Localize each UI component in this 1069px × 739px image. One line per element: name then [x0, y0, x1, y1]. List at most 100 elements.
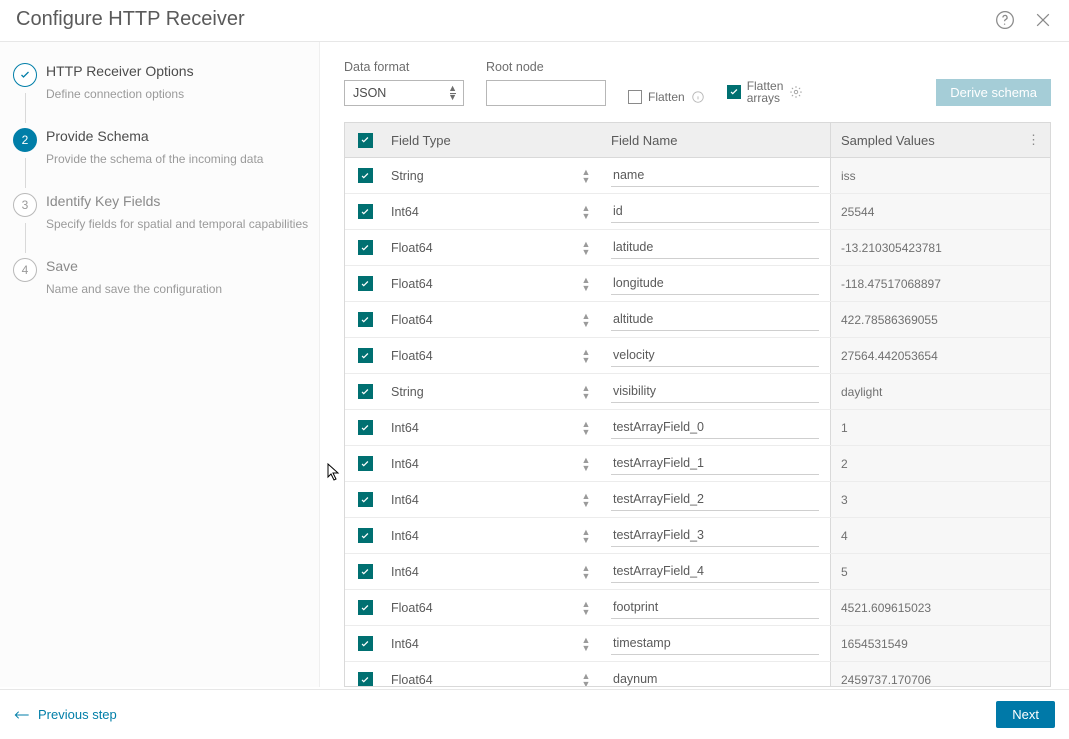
step-save[interactable]: 4 Save Name and save the configuration: [6, 258, 309, 320]
field-type-cell[interactable]: String▲▼: [385, 158, 605, 193]
table-row: Float64▲▼27564.442053654: [345, 338, 1050, 374]
flatten-arrays-label: Flatten arrays: [747, 80, 784, 104]
more-icon[interactable]: ⋮: [1027, 132, 1040, 148]
field-name-input[interactable]: [611, 525, 819, 547]
field-name-input[interactable]: [611, 309, 819, 331]
field-type-cell[interactable]: Int64▲▼: [385, 446, 605, 481]
sampled-value-cell: 4521.609615023: [830, 590, 1050, 625]
table-row: Float64▲▼ 2459737.170706: [345, 662, 1050, 687]
field-type-cell[interactable]: Float64▲▼: [385, 266, 605, 301]
field-type-cell[interactable]: Float64▲▼: [385, 662, 605, 687]
table-row: Int64▲▼ 2: [345, 446, 1050, 482]
chevron-sort-icon: ▲▼: [581, 168, 591, 184]
row-checkbox[interactable]: [358, 528, 373, 543]
field-type-cell[interactable]: String▲▼: [385, 374, 605, 409]
col-header-field-type[interactable]: Field Type: [385, 123, 605, 157]
field-name-input[interactable]: [611, 237, 819, 259]
step-title: HTTP Receiver Options: [46, 63, 309, 79]
row-checkbox[interactable]: [358, 204, 373, 219]
chevron-sort-icon: ▲▼: [581, 240, 591, 256]
field-type-cell[interactable]: Float64▲▼: [385, 590, 605, 625]
row-checkbox[interactable]: [358, 348, 373, 363]
chevron-sort-icon: ▲▼: [581, 312, 591, 328]
help-icon[interactable]: [995, 10, 1015, 30]
row-checkbox[interactable]: [358, 492, 373, 507]
field-name-input[interactable]: [611, 381, 819, 403]
field-type-cell[interactable]: Float64▲▼: [385, 338, 605, 373]
row-checkbox[interactable]: [358, 384, 373, 399]
step-title: Identify Key Fields: [46, 193, 309, 209]
step-identify-key-fields[interactable]: 3 Identify Key Fields Specify fields for…: [6, 193, 309, 255]
row-checkbox[interactable]: [358, 240, 373, 255]
flatten-label: Flatten: [648, 90, 685, 104]
sampled-value-cell: 2459737.170706: [830, 662, 1050, 687]
col-header-field-name[interactable]: Field Name: [605, 123, 830, 157]
table-row: Float64▲▼-118.47517068897: [345, 266, 1050, 302]
table-row: Float64▲▼ 4521.609615023: [345, 590, 1050, 626]
derive-schema-button[interactable]: Derive schema: [936, 79, 1051, 106]
step-http-receiver-options[interactable]: HTTP Receiver Options Define connection …: [6, 63, 309, 125]
previous-step-link[interactable]: Previous step: [14, 707, 117, 722]
step-desc: Provide the schema of the incoming data: [46, 152, 309, 166]
dialog-header: Configure HTTP Receiver: [0, 0, 1069, 42]
close-icon[interactable]: [1033, 10, 1053, 30]
row-checkbox[interactable]: [358, 420, 373, 435]
field-type-cell[interactable]: Float64▲▼: [385, 302, 605, 337]
next-button[interactable]: Next: [996, 701, 1055, 728]
field-type-cell[interactable]: Int64▲▼: [385, 554, 605, 589]
field-type-cell[interactable]: Int64▲▼: [385, 410, 605, 445]
info-icon[interactable]: [691, 90, 705, 104]
sampled-value-cell: daylight: [830, 374, 1050, 409]
table-row: Int64▲▼ 1: [345, 410, 1050, 446]
chevron-sort-icon: ▲▼: [581, 420, 591, 436]
row-checkbox[interactable]: [358, 312, 373, 327]
field-name-input[interactable]: [611, 633, 819, 655]
arrow-left-icon: [14, 710, 30, 720]
field-name-input[interactable]: [611, 453, 819, 475]
flatten-checkbox[interactable]: [628, 90, 642, 104]
field-name-input[interactable]: [611, 489, 819, 511]
row-checkbox[interactable]: [358, 276, 373, 291]
row-checkbox[interactable]: [358, 456, 373, 471]
row-checkbox[interactable]: [358, 600, 373, 615]
table-row: String▲▼ daylight: [345, 374, 1050, 410]
table-row: Float64▲▼-13.210305423781: [345, 230, 1050, 266]
field-name-input[interactable]: [611, 669, 819, 688]
field-type-cell[interactable]: Float64▲▼: [385, 230, 605, 265]
sampled-value-cell: 1: [830, 410, 1050, 445]
select-all-checkbox[interactable]: [358, 133, 373, 148]
table-row: Int64▲▼25544: [345, 194, 1050, 230]
field-name-input[interactable]: [611, 561, 819, 583]
sampled-value-cell: 2: [830, 446, 1050, 481]
field-type-cell[interactable]: Int64▲▼: [385, 482, 605, 517]
field-type-cell[interactable]: Int64▲▼: [385, 626, 605, 661]
field-name-input[interactable]: [611, 345, 819, 367]
field-name-input[interactable]: [611, 273, 819, 295]
schema-table: Field Type Field Name Sampled Values ⋮ S…: [344, 122, 1051, 687]
gear-icon[interactable]: [789, 85, 803, 99]
step-title: Provide Schema: [46, 128, 309, 144]
table-row: Int64▲▼ 3: [345, 482, 1050, 518]
chevron-sort-icon: ▲▼: [581, 564, 591, 580]
field-type-cell[interactable]: Int64▲▼: [385, 194, 605, 229]
flatten-arrays-checkbox[interactable]: [727, 85, 741, 99]
row-checkbox[interactable]: [358, 636, 373, 651]
field-name-input[interactable]: [611, 165, 819, 187]
field-type-cell[interactable]: Int64▲▼: [385, 518, 605, 553]
row-checkbox[interactable]: [358, 564, 373, 579]
field-name-input[interactable]: [611, 201, 819, 223]
row-checkbox[interactable]: [358, 168, 373, 183]
data-format-label: Data format: [344, 60, 464, 74]
step-desc: Name and save the configuration: [46, 282, 309, 296]
step-desc: Define connection options: [46, 87, 309, 101]
data-format-select[interactable]: JSON ▲▼: [344, 80, 464, 106]
sampled-value-cell: 3: [830, 482, 1050, 517]
root-node-input[interactable]: [486, 80, 606, 106]
chevron-sort-icon: ▲▼: [581, 348, 591, 364]
field-name-input[interactable]: [611, 597, 819, 619]
row-checkbox[interactable]: [358, 672, 373, 687]
chevron-sort-icon: ▲▼: [581, 276, 591, 292]
field-name-input[interactable]: [611, 417, 819, 439]
table-row: Float64▲▼422.78586369055: [345, 302, 1050, 338]
step-provide-schema[interactable]: 2 Provide Schema Provide the schema of t…: [6, 128, 309, 190]
